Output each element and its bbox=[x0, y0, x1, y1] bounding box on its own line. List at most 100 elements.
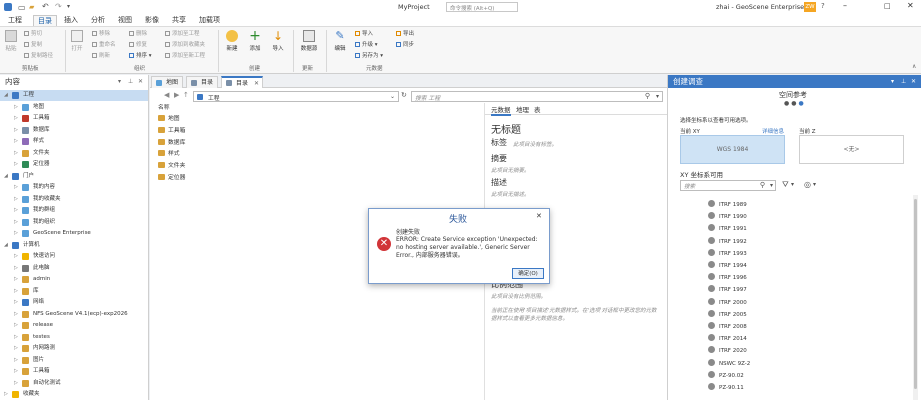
close-icon[interactable]: ✕ bbox=[907, 1, 914, 10]
tree-item[interactable]: ▷ 工具箱 bbox=[0, 366, 148, 377]
chevron-right-icon[interactable]: ▷ bbox=[14, 182, 18, 193]
quick-access-dropdown-icon[interactable]: ▾ bbox=[67, 3, 70, 10]
chevron-down-icon[interactable]: ◢ bbox=[4, 90, 8, 101]
chevron-right-icon[interactable]: ▷ bbox=[14, 309, 18, 320]
current-xy-box[interactable]: WGS 1984 bbox=[680, 135, 785, 164]
search-icon[interactable]: ⚲ bbox=[760, 181, 765, 189]
pane-options-icon[interactable]: ▾ bbox=[118, 75, 121, 88]
chevron-right-icon[interactable]: ▷ bbox=[14, 355, 18, 366]
forward-icon[interactable]: ▶ bbox=[174, 91, 179, 99]
chevron-right-icon[interactable]: ▷ bbox=[14, 102, 18, 113]
menu-insert[interactable]: 插入 bbox=[60, 15, 82, 26]
scrollbar[interactable] bbox=[913, 195, 918, 400]
copy-button[interactable]: 复制 bbox=[24, 42, 42, 49]
list-item[interactable]: 样式 bbox=[158, 148, 180, 160]
path-dropdown-icon[interactable]: ⌄ bbox=[390, 93, 395, 100]
coordinate-system-item[interactable]: ITRF 1991 bbox=[708, 223, 747, 235]
chevron-right-icon[interactable]: ▷ bbox=[14, 217, 18, 228]
tree-item[interactable]: ▷ 图片 bbox=[0, 355, 148, 366]
command-search-box[interactable]: 命令搜索 (Alt+Q) bbox=[446, 2, 518, 12]
rename-button[interactable]: 重命名 bbox=[92, 42, 116, 49]
menu-share[interactable]: 共享 bbox=[168, 15, 190, 26]
import-button[interactable]: ↓ 导入 bbox=[268, 30, 288, 52]
metadata-export-button[interactable]: 导出 bbox=[396, 31, 414, 38]
search-icon[interactable]: ⚲ bbox=[645, 92, 650, 100]
coordinate-system-item[interactable]: ITRF 1993 bbox=[708, 248, 747, 260]
tree-item[interactable]: ▷ release bbox=[0, 320, 148, 331]
coordinate-search-box[interactable]: 搜索 ⚲ ▾ bbox=[680, 180, 776, 191]
tree-item[interactable]: ▷ 此电脑 bbox=[0, 263, 148, 274]
add-to-favorites-button[interactable]: 添加到收藏夹 bbox=[165, 42, 205, 49]
chevron-right-icon[interactable]: ▷ bbox=[14, 297, 18, 308]
tab-map[interactable]: 地图 bbox=[151, 76, 184, 88]
tree-item[interactable]: ▷ 我的收藏夹 bbox=[0, 194, 148, 205]
user-avatar[interactable]: ZW bbox=[804, 2, 816, 12]
chevron-right-icon[interactable]: ▷ bbox=[14, 320, 18, 331]
delete-button[interactable]: 删除 bbox=[129, 31, 147, 38]
user-name[interactable]: zhai - GeoScene Enterprise bbox=[716, 3, 804, 11]
tree-item[interactable]: ▷ GeoScene Enterprise bbox=[0, 228, 148, 239]
save-icon[interactable]: ▭ bbox=[18, 3, 26, 12]
tree-item[interactable]: ▷ 我的组织 bbox=[0, 217, 148, 228]
redo-icon[interactable]: ↷ bbox=[55, 2, 62, 11]
coordinate-system-item[interactable]: ITRF 2000 bbox=[708, 297, 747, 309]
tree-item[interactable]: ▷ 网络 bbox=[0, 297, 148, 308]
coordinate-system-item[interactable]: ITRF 1997 bbox=[708, 284, 747, 296]
tab-catalog-active[interactable]: 目录 ✕ bbox=[221, 76, 264, 88]
chevron-right-icon[interactable]: ▷ bbox=[14, 274, 18, 285]
menu-addins[interactable]: 加载项 bbox=[195, 15, 224, 26]
pane-close-icon[interactable]: ✕ bbox=[138, 75, 143, 88]
chevron-right-icon[interactable]: ▷ bbox=[14, 332, 18, 343]
chevron-right-icon[interactable]: ▷ bbox=[14, 286, 18, 297]
metadata-tab-geography[interactable]: 地理 bbox=[516, 104, 529, 114]
cut-button[interactable]: 剪切 bbox=[24, 31, 42, 38]
tree-item[interactable]: ◢ 计算机 bbox=[0, 240, 148, 251]
filter-dropdown-icon[interactable]: ▾ bbox=[791, 181, 794, 188]
edit-metadata-button[interactable]: ✎ 编辑 bbox=[330, 30, 350, 53]
metadata-upgrade-button[interactable]: 升级 ▾ bbox=[355, 42, 378, 49]
scrollbar-thumb[interactable] bbox=[914, 199, 917, 389]
tree-item[interactable]: ▷ 工具箱 bbox=[0, 113, 148, 124]
chevron-right-icon[interactable]: ▷ bbox=[14, 366, 18, 377]
chevron-right-icon[interactable]: ▷ bbox=[14, 159, 18, 170]
current-z-box[interactable]: <无> bbox=[799, 135, 904, 164]
metadata-tab-metadata[interactable]: 元数据 bbox=[491, 104, 511, 116]
metadata-save-as-button[interactable]: 另存为 ▾ bbox=[355, 53, 383, 60]
tree-item[interactable]: ▷ NFS GeoScene V4.1(ecp)-exp2026 bbox=[0, 309, 148, 320]
search-dropdown-icon[interactable]: ▾ bbox=[770, 182, 773, 189]
tree-item[interactable]: ▷ 样式 bbox=[0, 136, 148, 147]
list-item[interactable]: 地图 bbox=[158, 113, 180, 125]
chevron-right-icon[interactable]: ▷ bbox=[14, 136, 18, 147]
list-item[interactable]: 定位器 bbox=[158, 172, 185, 184]
menu-catalog[interactable]: 目录 bbox=[33, 15, 57, 26]
globe-icon[interactable]: ◎ bbox=[804, 180, 811, 189]
chevron-right-icon[interactable]: ▷ bbox=[14, 378, 18, 389]
open-icon[interactable]: ▰ bbox=[29, 3, 34, 11]
dialog-ok-button[interactable]: 确定(O) bbox=[512, 268, 544, 279]
add-to-project-button[interactable]: 添加至工程 bbox=[165, 31, 200, 38]
tree-item[interactable]: ▷ 我的内容 bbox=[0, 182, 148, 193]
pane-options-icon[interactable]: ▾ bbox=[891, 75, 894, 88]
add-button[interactable]: + 添加 bbox=[245, 29, 265, 52]
coordinate-system-item[interactable]: NSWC 9Z-2 bbox=[708, 358, 750, 370]
tree-item[interactable]: ▷ testes bbox=[0, 332, 148, 343]
coordinate-system-item[interactable]: ITRF 2005 bbox=[708, 309, 747, 321]
chevron-down-icon[interactable]: ◢ bbox=[4, 240, 8, 251]
catalog-search-box[interactable]: 搜索 工程 ⚲ ▾ bbox=[411, 91, 663, 102]
tree-item[interactable]: ▷ 定位器 bbox=[0, 159, 148, 170]
chevron-right-icon[interactable]: ▷ bbox=[14, 148, 18, 159]
menu-analysis[interactable]: 分析 bbox=[87, 15, 109, 26]
ribbon-collapse-icon[interactable]: ∧ bbox=[912, 63, 916, 70]
coordinate-system-item[interactable]: ITRF 1992 bbox=[708, 236, 747, 248]
sort-button[interactable]: 排序 ▾ bbox=[129, 53, 152, 60]
new-button[interactable]: 新建 bbox=[222, 30, 242, 52]
paste-button[interactable]: 粘贴 bbox=[3, 30, 19, 52]
chevron-right-icon[interactable]: ▷ bbox=[14, 343, 18, 354]
undo-icon[interactable]: ↶ bbox=[42, 2, 49, 11]
chevron-down-icon[interactable]: ◢ bbox=[4, 171, 8, 182]
repair-button[interactable]: 修复 bbox=[129, 42, 147, 49]
pane-pin-icon[interactable]: ⊥ bbox=[901, 75, 906, 88]
pane-pin-icon[interactable]: ⊥ bbox=[128, 75, 133, 88]
list-item[interactable]: 文件夹 bbox=[158, 160, 185, 172]
menu-project[interactable]: 工程 bbox=[4, 15, 26, 26]
